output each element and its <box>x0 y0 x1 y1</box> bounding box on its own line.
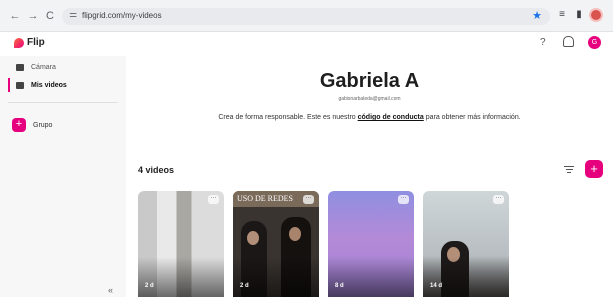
more-options-icon[interactable]: ··· <box>303 195 314 204</box>
notice-text-after: para obtener más información. <box>425 114 521 121</box>
help-icon[interactable]: ? <box>540 37 546 48</box>
extensions-icon[interactable]: ≡ <box>556 9 568 21</box>
reload-icon[interactable]: C <box>43 9 57 23</box>
address-bar[interactable]: ⚌ flipgrid.com/my-videos ★ <box>62 8 550 25</box>
video-count: 4 videos <box>138 165 175 175</box>
video-age: 2 d <box>240 283 249 289</box>
notice-text-before: Crea de forma responsable. Este es nuest… <box>218 114 356 121</box>
flip-logo-icon <box>14 37 24 48</box>
forward-icon[interactable]: → <box>26 9 40 23</box>
sidebar-item-camera[interactable]: Cámara <box>0 58 126 76</box>
video-card[interactable]: ··· 2 d <box>138 191 224 297</box>
filter-icon[interactable] <box>564 166 574 174</box>
side-panel-icon[interactable]: ▮ <box>573 9 585 21</box>
card-gradient <box>138 257 224 297</box>
more-options-icon[interactable]: ··· <box>398 195 409 204</box>
video-age: 14 d <box>430 283 443 289</box>
video-card[interactable]: USO DE REDES ··· 2 d <box>233 191 319 297</box>
more-options-icon[interactable]: ··· <box>208 195 219 204</box>
group-label[interactable]: Grupo <box>33 122 52 129</box>
video-card[interactable]: ··· 14 d <box>423 191 509 297</box>
site-info-icon[interactable]: ⚌ <box>69 9 77 20</box>
collapse-sidebar-icon[interactable]: « <box>108 285 113 295</box>
person-face <box>289 227 301 241</box>
card-gradient <box>233 257 319 297</box>
notifications-icon[interactable] <box>563 36 574 47</box>
sidebar: Cámara Mis videos + Grupo « <box>0 56 126 297</box>
sidebar-item-label: Mis videos <box>31 81 67 89</box>
more-options-icon[interactable]: ··· <box>493 195 504 204</box>
person-face <box>247 231 259 245</box>
sidebar-divider <box>8 102 118 103</box>
sidebar-item-label: Cámara <box>31 63 56 71</box>
add-group-button[interactable]: + <box>12 118 26 132</box>
card-gradient <box>423 257 509 297</box>
url-text: flipgrid.com/my-videos <box>82 11 162 20</box>
flip-logo[interactable]: Flip <box>14 37 45 48</box>
app-header: Flip ? G <box>0 32 613 56</box>
video-card[interactable]: ··· 8 d <box>328 191 414 297</box>
code-of-conduct-link[interactable]: código de conducta <box>358 114 424 121</box>
conduct-notice: Crea de forma responsable. Este es nuest… <box>126 114 613 121</box>
brand-name: Flip <box>27 37 45 48</box>
sidebar-item-my-videos[interactable]: Mis videos <box>0 76 126 94</box>
main-content: Gabriela A gabisnarbaleda@gmail.com Crea… <box>126 56 613 297</box>
page-title: Gabriela A <box>319 70 420 92</box>
card-gradient <box>328 257 414 297</box>
back-icon[interactable]: ← <box>8 9 22 23</box>
browser-profile-icon[interactable] <box>589 8 603 22</box>
avatar[interactable]: G <box>588 36 601 49</box>
video-age: 8 d <box>335 283 344 289</box>
browser-toolbar: ← → C ⚌ flipgrid.com/my-videos ★ ≡ ▮ <box>0 0 613 32</box>
user-email: gabisnarbaleda@gmail.com <box>338 96 401 102</box>
video-age: 2 d <box>145 283 154 289</box>
add-video-button[interactable]: + <box>585 160 603 178</box>
videos-icon <box>16 81 24 89</box>
bookmark-star-icon[interactable]: ★ <box>532 9 542 22</box>
camera-icon <box>16 63 24 71</box>
